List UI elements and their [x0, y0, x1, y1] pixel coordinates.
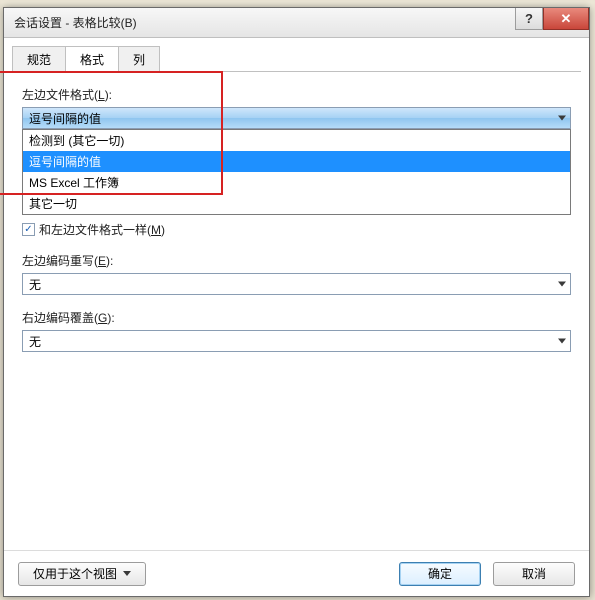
button-label: 仅用于这个视图	[33, 565, 117, 582]
tab-label: 列	[133, 53, 145, 67]
close-button[interactable]: ✕	[543, 8, 589, 30]
combo-value: 无	[29, 333, 41, 350]
chevron-down-icon	[558, 116, 566, 121]
combo-value: 无	[29, 276, 41, 293]
chevron-down-icon	[123, 571, 131, 576]
button-label: 确定	[428, 565, 452, 582]
left-format-block: 左边文件格式(L): 逗号间隔的值 检测到 (其它一切) 逗号间隔的值 MS E…	[22, 86, 571, 129]
session-settings-dialog: 会话设置 - 表格比较(B) ? ✕ 规范 格式 列 左边文件格式(L): 逗号…	[3, 7, 590, 597]
tab-label: 格式	[80, 53, 104, 67]
same-as-left-checkbox-row[interactable]: 和左边文件格式一样(M)	[22, 221, 571, 238]
dropdown-option[interactable]: 检测到 (其它一切)	[23, 130, 570, 151]
titlebar[interactable]: 会话设置 - 表格比较(B) ? ✕	[4, 8, 589, 38]
left-format-combo[interactable]: 逗号间隔的值	[22, 107, 571, 129]
right-encoding-label: 右边编码覆盖(G):	[22, 309, 571, 326]
close-icon: ✕	[561, 11, 572, 27]
combo-value: 逗号间隔的值	[29, 110, 101, 127]
left-encoding-label: 左边编码重写(E):	[22, 252, 571, 269]
dropdown-option[interactable]: 其它一切	[23, 193, 570, 214]
window-buttons: ? ✕	[515, 8, 589, 30]
window-title: 会话设置 - 表格比较(B)	[14, 14, 137, 31]
tab-label: 规范	[27, 53, 51, 67]
left-format-combo-wrap: 逗号间隔的值 检测到 (其它一切) 逗号间隔的值 MS Excel 工作簿 其它…	[22, 107, 571, 129]
ok-button[interactable]: 确定	[399, 562, 481, 586]
chevron-down-icon	[558, 282, 566, 287]
help-icon: ?	[525, 11, 533, 26]
help-button[interactable]: ?	[515, 8, 543, 30]
cancel-button[interactable]: 取消	[493, 562, 575, 586]
format-panel: 左边文件格式(L): 逗号间隔的值 检测到 (其它一切) 逗号间隔的值 MS E…	[4, 72, 589, 550]
tab-spec[interactable]: 规范	[12, 46, 66, 72]
tab-strip: 规范 格式 列	[4, 38, 589, 72]
same-as-left-label: 和左边文件格式一样(M)	[39, 221, 165, 238]
same-as-left-checkbox[interactable]	[22, 223, 35, 236]
right-encoding-block: 右边编码覆盖(G): 无	[22, 309, 571, 352]
button-label: 取消	[522, 565, 546, 582]
dropdown-option[interactable]: MS Excel 工作簿	[23, 172, 570, 193]
left-format-dropdown: 检测到 (其它一切) 逗号间隔的值 MS Excel 工作簿 其它一切	[22, 129, 571, 215]
tab-format[interactable]: 格式	[65, 46, 119, 73]
tab-columns[interactable]: 列	[118, 46, 160, 72]
dropdown-option[interactable]: 逗号间隔的值	[23, 151, 570, 172]
left-format-label: 左边文件格式(L):	[22, 86, 571, 103]
chevron-down-icon	[558, 339, 566, 344]
same-as-left-block: 和左边文件格式一样(M)	[22, 221, 571, 238]
dialog-button-bar: 仅用于这个视图 确定 取消	[4, 550, 589, 596]
left-encoding-combo[interactable]: 无	[22, 273, 571, 295]
apply-to-view-button[interactable]: 仅用于这个视图	[18, 562, 146, 586]
left-encoding-block: 左边编码重写(E): 无	[22, 252, 571, 295]
right-encoding-combo[interactable]: 无	[22, 330, 571, 352]
